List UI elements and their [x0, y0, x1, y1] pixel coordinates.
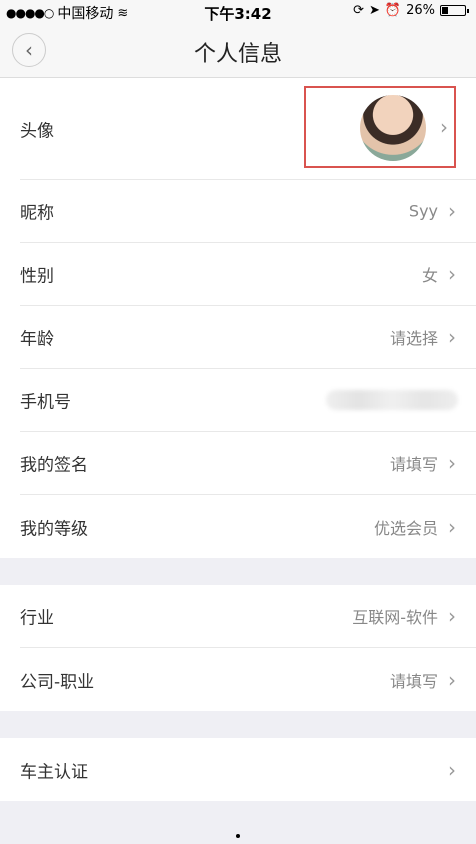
- row-label: 头像: [20, 121, 54, 141]
- row-label: 行业: [20, 608, 54, 629]
- chevron-right-icon: ›: [448, 199, 456, 223]
- row-nickname[interactable]: 昵称 Syy ›: [20, 180, 476, 243]
- row-value: 请填写: [389, 455, 438, 474]
- row-label: 手机号: [20, 392, 71, 413]
- row-value: 请填写: [389, 671, 438, 691]
- group-work: 行业 互联网-软件 › 公司-职业 请填写 ›: [0, 585, 476, 711]
- row-label: 我的签名: [20, 455, 88, 476]
- chevron-right-icon: ›: [448, 262, 456, 286]
- battery-percent: 26%: [406, 3, 435, 18]
- status-right: ⟳ ➤ ⏰ 26%: [353, 3, 469, 18]
- row-label: 我的等级: [20, 519, 88, 539]
- avatar-highlight-box: ›: [304, 86, 456, 168]
- row-age[interactable]: 年龄 请选择 ›: [20, 306, 476, 369]
- page-indicator-dot: [236, 834, 240, 838]
- row-value: Syy: [408, 201, 438, 221]
- status-bar: ●●●●○ 中国移动 ≋ 下午3:42 ⟳ ➤ ⏰ 26%: [0, 0, 476, 23]
- group-car: 车主认证 ›: [0, 738, 476, 801]
- alarm-icon: ⏰: [384, 3, 402, 18]
- avatar[interactable]: [360, 95, 426, 161]
- chevron-right-icon: ›: [448, 325, 456, 349]
- row-label: 性别: [20, 266, 54, 287]
- row-value: 请选择: [389, 329, 438, 348]
- chevron-right-icon: ›: [448, 604, 456, 628]
- chevron-right-icon: ›: [448, 667, 456, 692]
- nav-bar: ‹ 个人信息: [0, 22, 476, 78]
- phone-value-blurred: [326, 390, 458, 410]
- row-label: 车主认证: [20, 762, 88, 782]
- row-label: 年龄: [20, 329, 54, 350]
- location-icon: ➤: [369, 3, 380, 18]
- chevron-right-icon: ›: [440, 115, 448, 139]
- battery-icon: [440, 5, 469, 16]
- chevron-right-icon: ›: [448, 451, 456, 475]
- row-value: 互联网-软件: [352, 608, 438, 627]
- row-car-owner-verify[interactable]: 车主认证 ›: [20, 738, 476, 801]
- row-industry[interactable]: 行业 互联网-软件 ›: [20, 585, 476, 648]
- row-value: 女: [421, 266, 438, 285]
- group-profile: 头像 › 昵称 Syy › 性别 女 › 年龄 请选择 › 手机号 我的签名 请…: [0, 78, 476, 558]
- row-level[interactable]: 我的等级 优选会员 ›: [20, 495, 476, 558]
- row-signature[interactable]: 我的签名 请填写 ›: [20, 432, 476, 495]
- row-avatar[interactable]: 头像 ›: [20, 78, 476, 180]
- chevron-right-icon: ›: [448, 757, 456, 782]
- row-label: 公司-职业: [20, 672, 95, 692]
- chevron-right-icon: ›: [448, 514, 456, 539]
- row-phone[interactable]: 手机号: [20, 369, 476, 432]
- row-label: 昵称: [20, 203, 54, 224]
- row-company[interactable]: 公司-职业 请填写 ›: [20, 648, 476, 711]
- row-value: 优选会员: [373, 518, 438, 538]
- rotation-lock-icon: ⟳: [353, 3, 364, 18]
- page-title: 个人信息: [193, 42, 282, 67]
- row-gender[interactable]: 性别 女 ›: [20, 243, 476, 306]
